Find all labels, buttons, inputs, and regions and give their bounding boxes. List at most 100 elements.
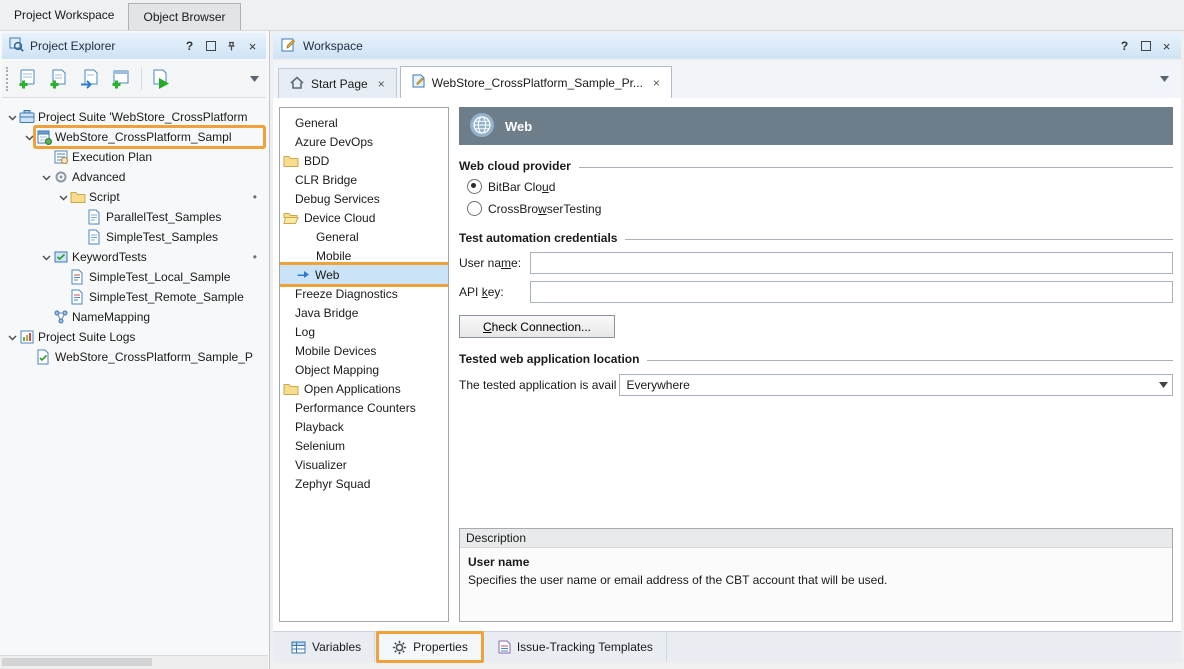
- expander-icon[interactable]: [6, 112, 19, 123]
- new-project-suite-button[interactable]: [15, 66, 42, 93]
- application-location-select[interactable]: Everywhere: [619, 374, 1173, 396]
- toolbar-separator: [141, 68, 142, 90]
- workspace-panel: Workspace ? × Start Page × WebStore_Cros…: [270, 30, 1184, 669]
- folder-icon: [283, 154, 299, 168]
- nav-item-java-bridge[interactable]: Java Bridge: [280, 303, 448, 322]
- close-tab-icon[interactable]: ×: [653, 76, 660, 90]
- document-tab-bar: Start Page × WebStore_CrossPlatform_Samp…: [273, 61, 1181, 99]
- project-tree-scrollbar[interactable]: [0, 655, 268, 669]
- doc-tab-project[interactable]: WebStore_CrossPlatform_Sample_Pr... ×: [400, 66, 672, 98]
- radio-label[interactable]: CrossBrowserTesting: [488, 202, 601, 216]
- tree-item-keywordtests[interactable]: KeywordTests•: [2, 247, 266, 267]
- nav-item-log[interactable]: Log: [280, 322, 448, 341]
- nav-item-label: Open Applications: [304, 382, 401, 396]
- maximize-icon[interactable]: [204, 39, 217, 53]
- add-existing-item-button[interactable]: [77, 66, 104, 93]
- nav-item-bdd[interactable]: BDD: [280, 151, 448, 170]
- toolbar-grip[interactable]: [6, 67, 8, 91]
- tree-item-paralleltest-samples[interactable]: ParallelTest_Samples: [2, 207, 266, 227]
- expander-icon[interactable]: [6, 332, 19, 343]
- tab-object-browser[interactable]: Object Browser: [128, 3, 240, 30]
- close-icon[interactable]: ×: [246, 39, 259, 53]
- nav-item-device-cloud[interactable]: Device Cloud: [280, 208, 448, 227]
- folder-closed-icon: [70, 190, 87, 204]
- run-button[interactable]: [148, 66, 175, 93]
- user-name-field[interactable]: [530, 252, 1173, 274]
- nav-item-selenium[interactable]: Selenium: [280, 436, 448, 455]
- tree-item-label: SimpleTest_Samples: [104, 230, 218, 244]
- maximize-icon[interactable]: [1139, 39, 1152, 53]
- nav-item-performance-counters[interactable]: Performance Counters: [280, 398, 448, 417]
- check-connection-button[interactable]: Check Connection...: [459, 315, 615, 338]
- expander-icon[interactable]: [40, 172, 53, 183]
- help-icon[interactable]: ?: [183, 39, 196, 53]
- nav-item-mobile-devices[interactable]: Mobile Devices: [280, 341, 448, 360]
- nav-item-debug-services[interactable]: Debug Services: [280, 189, 448, 208]
- scrollbar-thumb[interactable]: [2, 658, 152, 666]
- chevron-down-icon[interactable]: [1155, 375, 1172, 395]
- tab-project-workspace[interactable]: Project Workspace: [0, 0, 128, 30]
- radio-label[interactable]: BitBar Cloud: [488, 180, 555, 194]
- project-explorer-title: Project Explorer: [30, 39, 177, 53]
- workspace-title: Workspace: [303, 39, 1111, 53]
- tab-issue-tracking-templates[interactable]: Issue-Tracking Templates: [485, 632, 667, 662]
- tree-item-simpletest-samples[interactable]: SimpleTest_Samples: [2, 227, 266, 247]
- nav-item-zephyr-squad[interactable]: Zephyr Squad: [280, 474, 448, 493]
- nav-item-label: Mobile: [316, 249, 351, 263]
- tree-item-project-suite-webstore-crossplatform[interactable]: Project Suite 'WebStore_CrossPlatform: [2, 107, 266, 127]
- group-tested-web-application-location: Tested web application location: [459, 352, 1173, 366]
- radio-bitbar-cloud[interactable]: BitBar Cloud: [467, 178, 1173, 195]
- toolbar-dropdown-icon[interactable]: [250, 76, 262, 82]
- tree-item-script[interactable]: Script•: [2, 187, 266, 207]
- nav-item-freeze-diagnostics[interactable]: Freeze Diagnostics: [280, 284, 448, 303]
- testcomplete-window: Project Workspace Object Browser Project…: [0, 0, 1184, 669]
- api-key-field[interactable]: [530, 281, 1173, 303]
- tree-item-advanced[interactable]: Advanced: [2, 167, 266, 187]
- radio-crossbrowsertesting[interactable]: CrossBrowserTesting: [467, 200, 1173, 217]
- nav-item-playback[interactable]: Playback: [280, 417, 448, 436]
- folder-icon: [283, 382, 299, 396]
- log-item-icon: [36, 349, 53, 365]
- nav-item-mobile[interactable]: Mobile: [280, 246, 448, 265]
- radio-icon[interactable]: [467, 179, 482, 194]
- close-tab-icon[interactable]: ×: [378, 77, 385, 91]
- application-location-label: The tested application is avail: [459, 378, 619, 392]
- new-project-button[interactable]: [46, 66, 73, 93]
- tree-item-simpletest-remote-sample[interactable]: SimpleTest_Remote_Sample: [2, 287, 266, 307]
- tree-item-webstore-crossplatform-sampl[interactable]: WebStore_CrossPlatform_Sampl: [2, 127, 266, 147]
- radio-icon[interactable]: [467, 201, 482, 216]
- tab-variables[interactable]: Variables: [278, 632, 375, 662]
- tab-label: Properties: [413, 640, 468, 654]
- tree-item-label: Script: [87, 190, 120, 204]
- expander-icon[interactable]: [40, 252, 53, 263]
- description-text: Specifies the user name or email address…: [468, 573, 1172, 587]
- doc-tab-label: WebStore_CrossPlatform_Sample_Pr...: [432, 76, 643, 90]
- nav-item-object-mapping[interactable]: Object Mapping: [280, 360, 448, 379]
- nav-item-open-applications[interactable]: Open Applications: [280, 379, 448, 398]
- nav-item-web[interactable]: Web: [280, 265, 448, 284]
- page-header: Web: [459, 107, 1173, 145]
- nav-item-label: Device Cloud: [304, 211, 375, 225]
- help-icon[interactable]: ?: [1118, 39, 1131, 53]
- nav-item-azure-devops[interactable]: Azure DevOps: [280, 132, 448, 151]
- close-icon[interactable]: ×: [1160, 39, 1173, 53]
- nav-item-clr-bridge[interactable]: CLR Bridge: [280, 170, 448, 189]
- nav-item-general[interactable]: General: [280, 227, 448, 246]
- nav-item-visualizer[interactable]: Visualizer: [280, 455, 448, 474]
- tree-item-execution-plan[interactable]: Execution Plan: [2, 147, 266, 167]
- expander-icon[interactable]: [57, 192, 70, 203]
- expander-icon[interactable]: [23, 132, 36, 143]
- tree-item-project-suite-logs[interactable]: Project Suite Logs: [2, 327, 266, 347]
- add-new-item-button[interactable]: [108, 66, 135, 93]
- tree-item-simpletest-local-sample[interactable]: SimpleTest_Local_Sample: [2, 267, 266, 287]
- tab-list-dropdown-icon[interactable]: [1160, 71, 1181, 85]
- pin-icon[interactable]: [225, 39, 238, 53]
- nav-item-general[interactable]: General: [280, 113, 448, 132]
- keyword-test-icon: [70, 269, 87, 285]
- tree-item-namemapping[interactable]: NameMapping: [2, 307, 266, 327]
- tree-item-webstore-crossplatform-sample-p[interactable]: WebStore_CrossPlatform_Sample_P: [2, 347, 266, 367]
- project-explorer-panel: Project Explorer ? ×: [0, 30, 270, 669]
- doc-tab-start-page[interactable]: Start Page ×: [278, 68, 397, 98]
- tab-properties[interactable]: Properties: [376, 631, 484, 663]
- project-suite-icon: [19, 109, 36, 125]
